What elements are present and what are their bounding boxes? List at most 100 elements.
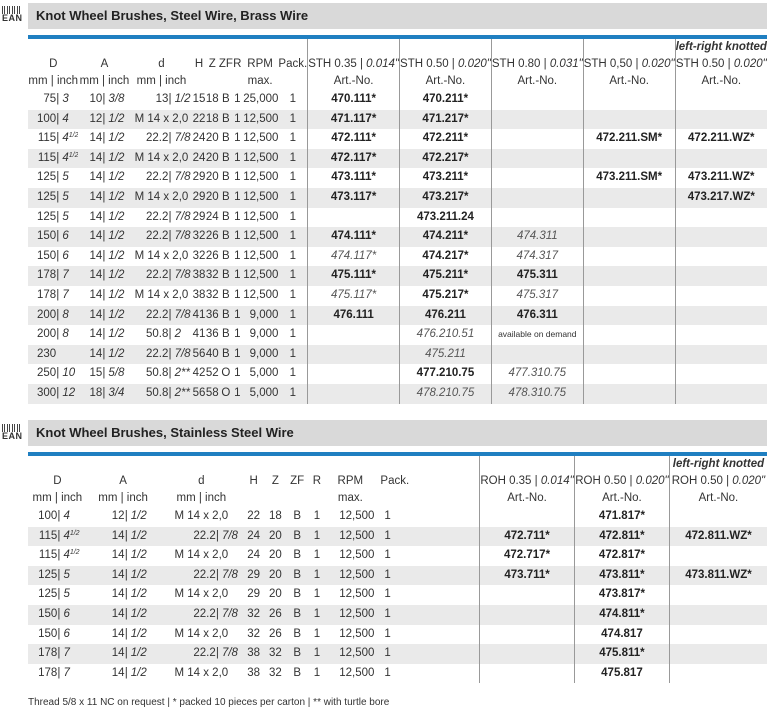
- cell-a-mm: 10: [89, 93, 103, 105]
- cell-art-no: [479, 585, 575, 605]
- cell-bore-inch: | 7/8: [168, 129, 192, 149]
- footnote: Thread 5/8 x 11 NC on request | * packed…: [28, 697, 390, 708]
- cell-bore-inch: | 2**: [168, 383, 193, 404]
- cell-art-no: [668, 624, 767, 645]
- table-row: 125 | 5 14 | 1/2 22.2 | 7/8 29 20 B 1 12,500 1 47…: [28, 565, 767, 586]
- cell-d-mm: 150: [36, 249, 57, 262]
- cell-rpm: 12,500: [241, 187, 279, 208]
- cell-r: 1: [232, 148, 242, 169]
- cell-r: 1: [232, 227, 242, 247]
- cell-d-mm: 100: [38, 510, 58, 522]
- cell-zf: B: [286, 644, 308, 664]
- a-inch-value: 1/2: [130, 529, 147, 542]
- cell-pack: 1: [374, 526, 480, 547]
- cell-art-no: 470.211*: [399, 90, 492, 110]
- cell-d-inch: | 4: [56, 109, 79, 130]
- col-header-p2: ROH 0.50 | 0.020": [573, 473, 670, 490]
- cell-a-inch: | 1/2: [102, 247, 130, 267]
- cell-a-mm: 15: [89, 367, 103, 380]
- cell-rpm: 12,500: [326, 604, 375, 625]
- cell-bore-mm: 22.2: [130, 305, 169, 326]
- cell-rpm: 12,500: [339, 549, 375, 562]
- a-inch-value: 3/4: [108, 386, 125, 399]
- cell-art-no: [490, 90, 584, 110]
- cell-h: 38: [247, 666, 261, 679]
- col-header-p1: STH 0.35 | 0.014": [307, 56, 400, 73]
- cell-d-mm: 115: [37, 132, 57, 145]
- cell-bore-mm: 50.8: [130, 383, 169, 404]
- cell-a-mm: 14: [89, 328, 103, 341]
- cell-bore-inch: | 2: [168, 325, 192, 345]
- cell-h: 24: [192, 148, 206, 169]
- cell-a-inch: | 1/2: [102, 148, 131, 169]
- cell-art-no: [582, 285, 676, 306]
- table-row: 150 | 6 14 | 1/2 22.2 | 7/8 32 26 B 1 12,500 1 47…: [28, 604, 767, 625]
- cell-a-inch: | 1/2: [102, 227, 131, 247]
- cell-a-inch: | 1/2: [102, 325, 130, 345]
- d-inch-value: 6: [62, 230, 69, 243]
- cell-bore-thread: M 14 x 2,0: [174, 549, 229, 562]
- cell-art-no: 472.811.WZ*: [668, 526, 767, 547]
- cell-rpm: 12,500: [243, 171, 279, 184]
- cell-rpm: 12,500: [339, 666, 375, 679]
- cell-d-mm: 125: [36, 171, 57, 184]
- rpm-max-label: max.: [247, 75, 273, 87]
- cell-art-no: [307, 207, 400, 228]
- cell-art-no: [674, 364, 767, 384]
- cell-art-no: [582, 90, 676, 110]
- cell-z: 24: [205, 210, 219, 223]
- cell-a-inch: | 1/2: [125, 664, 160, 684]
- cell-a-mm: 14: [89, 210, 103, 223]
- cell-z: 20: [205, 132, 219, 145]
- cell-z: 36: [205, 305, 219, 326]
- table-row: 75 | 3 10 | 3/8 13 | 1/2 15 18 B 1 25,000 1 470.1…: [28, 90, 767, 110]
- cell-pack: 1: [289, 171, 296, 184]
- cell-rpm: 9,000: [241, 344, 279, 365]
- cell-art-no: [490, 129, 584, 149]
- cell-a-inch: | 1/2: [124, 526, 160, 547]
- cell-pack: 1: [278, 305, 308, 326]
- d-inch-fraction: 1/2: [69, 549, 80, 557]
- cell-a-inch: | 5/8: [102, 364, 130, 384]
- cell-a-inch: | 1/2: [124, 644, 160, 664]
- table-row: 200 | 8 14 | 1/2 50.8 | 2 41 36 B 1 9,000 1 476.2…: [28, 325, 767, 345]
- col-header-h: H: [249, 475, 258, 487]
- cell-rpm: 5,000: [241, 383, 279, 404]
- cell-rpm: 12,500: [326, 644, 375, 664]
- cell-r: 1: [307, 526, 327, 547]
- cell-art-no: 473.811.WZ*: [668, 565, 767, 586]
- cell-d-mm: 200: [36, 328, 57, 341]
- cell-zf: B: [218, 266, 233, 286]
- cell-art-no: 475.211: [399, 344, 492, 365]
- cell-art-no: 473.217*: [399, 187, 492, 208]
- cell-d-mm: 115: [28, 526, 58, 547]
- table-row: 178 | 7 14 | 1/2 M 14 x 2,0 38 32 B 1 12,500 1 47…: [28, 663, 767, 684]
- table-row: 200 | 8 14 | 1/2 22.2 | 7/8 41 36 B 1 9,000 1 476…: [28, 305, 767, 326]
- cell-pack: 1: [278, 344, 308, 365]
- bore-inch-value: 2**: [174, 367, 190, 380]
- cell-rpm: 12,500: [241, 227, 279, 247]
- cell-pack: 1: [278, 148, 308, 169]
- cell-d-mm: 125: [36, 210, 57, 223]
- cell-pack: 1: [374, 565, 480, 586]
- cell-z: 26: [205, 227, 219, 247]
- cell-a-mm: 14: [89, 288, 103, 301]
- cell-art-no: 478.210.75: [399, 383, 492, 404]
- cell-art-no: [668, 546, 767, 566]
- art-no-label: Art.-No.: [490, 73, 584, 90]
- col-header-p3: ROH 0.50 | 0.020": [668, 473, 767, 490]
- cell-rpm: 5,000: [249, 367, 279, 380]
- col-header-rpm: RPM: [337, 475, 364, 487]
- cell-h: 24: [192, 132, 206, 145]
- cell-d-mm: 178: [28, 266, 57, 286]
- cell-zf: B: [222, 171, 230, 184]
- cell-art-no: [490, 168, 584, 188]
- cell-z: 32: [205, 288, 219, 301]
- cell-a-mm: 14: [78, 266, 103, 286]
- table-row: 125 | 5 14 | 1/2 M 14 x 2,0 29 20 B 1 12,500 1 47…: [28, 585, 767, 605]
- cell-d-mm: 125: [38, 588, 58, 601]
- cell-rpm: 12,500: [339, 510, 375, 522]
- cell-d-inch: | 6: [56, 247, 78, 267]
- cell-art-no: [674, 246, 767, 267]
- cell-h: 38: [243, 644, 265, 664]
